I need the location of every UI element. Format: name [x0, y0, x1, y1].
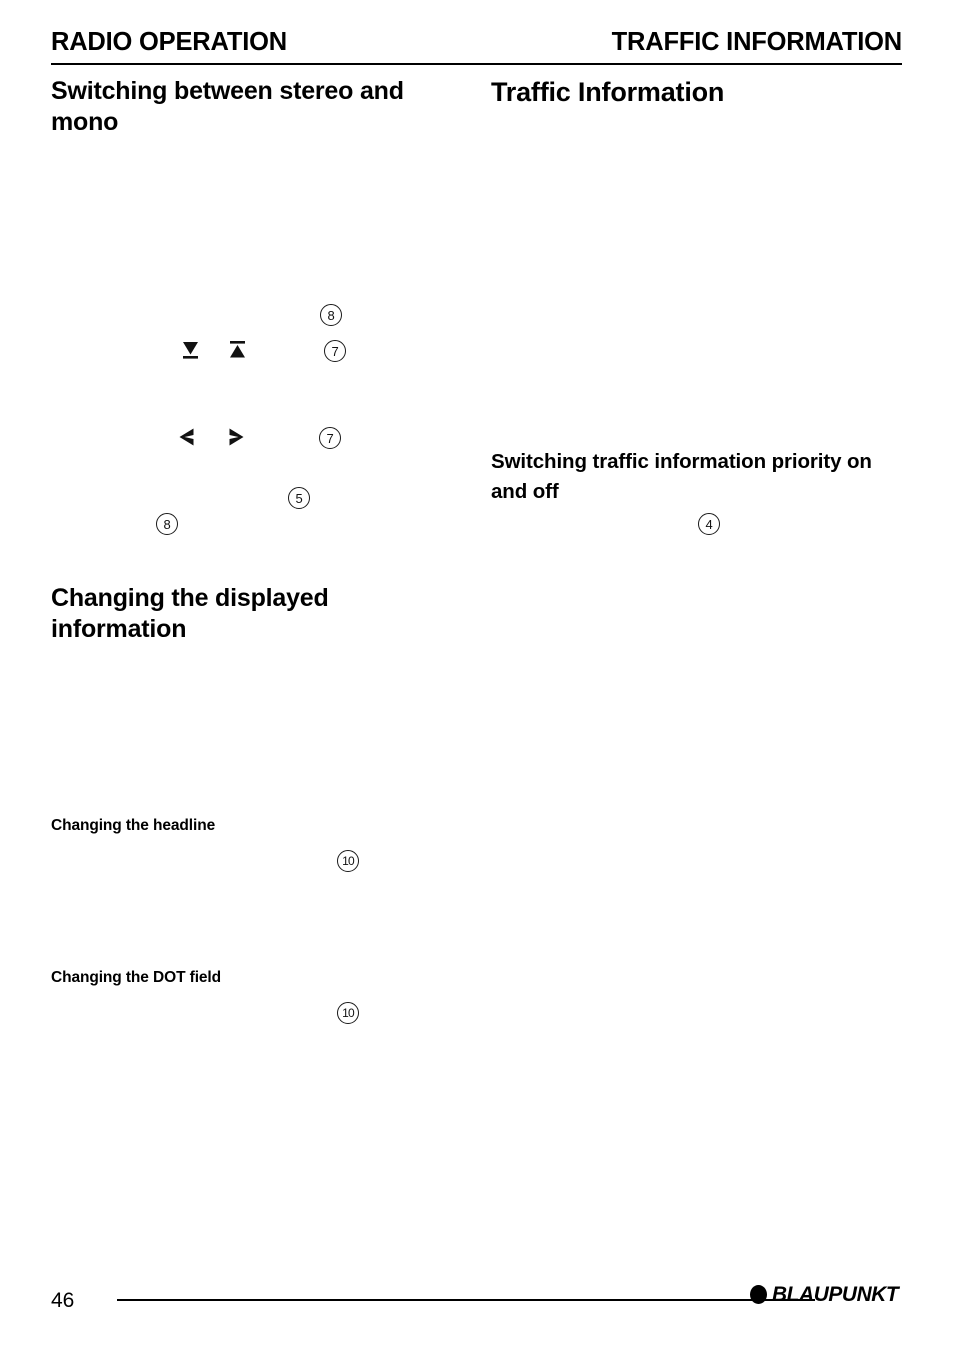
reference-number-7-lower: 7 [319, 427, 341, 449]
footer-rule [117, 1299, 815, 1301]
left-column: Switching between stereo and mono [51, 76, 446, 137]
down-arrow-bar-icon [180, 338, 201, 362]
right-column-lower: Switching traffic information priority o… [491, 447, 902, 506]
page-footer: 46 BLAUPUNKT [51, 1283, 902, 1324]
reference-number-7-upper: 7 [324, 340, 346, 362]
reference-number-10-headline: 10 [337, 850, 359, 872]
page-number: 46 [51, 1289, 75, 1312]
up-arrow-bar-icon [227, 338, 248, 362]
subsection-heading-changing-dot-field: Changing the DOT field [51, 969, 222, 986]
brand-wordmark: BLAUPUNKT [771, 1282, 899, 1306]
right-column: Traffic Information [491, 76, 902, 109]
header-rule [51, 63, 902, 66]
reference-number-10-dot-field: 10 [337, 1002, 359, 1024]
brand-logo: BLAUPUNKT [749, 1282, 902, 1306]
reference-number-8-upper: 8 [320, 304, 342, 326]
subsection-changing-dot-field: Changing the DOT field [51, 968, 446, 989]
subsection-heading-changing-headline: Changing the headline [51, 817, 216, 834]
section-heading-switching-stereo-mono: Switching between stereo and mono [51, 77, 404, 136]
section-heading-traffic-information: Traffic Information [491, 77, 725, 107]
document-page: RADIO OPERATION TRAFFIC INFORMATION Swit… [0, 0, 954, 1356]
running-head: RADIO OPERATION TRAFFIC INFORMATION [51, 29, 902, 65]
running-head-left: RADIO OPERATION [51, 28, 287, 56]
brand-dot-icon [749, 1285, 767, 1305]
section-heading-changing-displayed-information: Changing the displayed information [51, 584, 329, 643]
left-arrow-icon [177, 426, 198, 450]
right-arrow-icon [225, 426, 246, 450]
running-head-right: TRAFFIC INFORMATION [611, 28, 903, 56]
reference-number-4: 4 [698, 513, 720, 535]
reference-number-5: 5 [288, 487, 310, 509]
reference-number-8-lower: 8 [156, 513, 178, 535]
subsection-changing-headline: Changing the headline [51, 816, 446, 837]
left-column-lower: Changing the displayed information [51, 583, 446, 644]
section-heading-switching-ti-priority: Switching traffic information priority o… [491, 450, 872, 503]
